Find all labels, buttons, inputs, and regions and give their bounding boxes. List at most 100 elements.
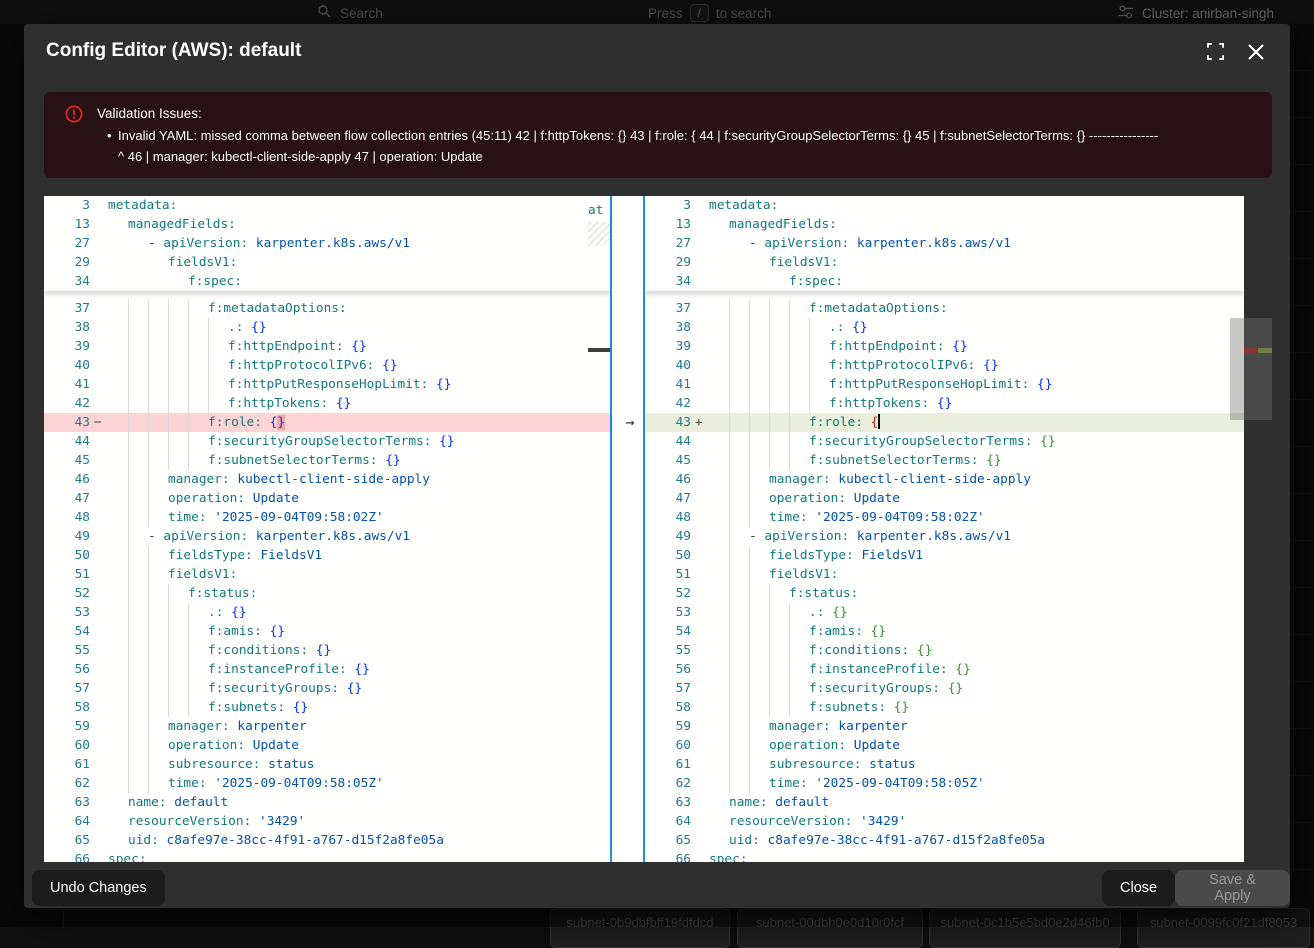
code-line-right-45[interactable]: 45f:subnetSelectorTerms: {} (645, 451, 1244, 470)
code-line-left-39[interactable]: 39f:httpEndpoint: {} (44, 337, 610, 356)
code-line-right-29[interactable]: 29fieldsV1: (645, 253, 1244, 272)
revert-arrow-icon[interactable]: → (619, 413, 641, 432)
code-line-right-37[interactable]: 37f:metadataOptions: (645, 299, 1244, 318)
code-line-left-63[interactable]: 63name: default (44, 793, 610, 812)
code-line-right-53[interactable]: 53.: {} (645, 603, 1244, 622)
line-number: 3 (44, 196, 90, 215)
code-line-left-34[interactable]: 34f:spec: (44, 272, 610, 291)
code-line-right-47[interactable]: 47operation: Update (645, 489, 1244, 508)
code-line-right-62[interactable]: 62time: '2025-09-04T09:58:05Z' (645, 774, 1244, 793)
code-line-right-39[interactable]: 39f:httpEndpoint: {} (645, 337, 1244, 356)
code-line-right-49[interactable]: 49- apiVersion: karpenter.k8s.aws/v1 (645, 527, 1244, 546)
code-line-right-46[interactable]: 46manager: kubectl-client-side-apply (645, 470, 1244, 489)
code-line-right-66[interactable]: 66spec: (645, 850, 1244, 862)
code-line-left-64[interactable]: 64resourceVersion: '3429' (44, 812, 610, 831)
editor-pane-left[interactable]: 37f:metadataOptions:38.: {}39f:httpEndpo… (44, 196, 610, 862)
code-line-right-41[interactable]: 41f:httpPutResponseHopLimit: {} (645, 375, 1244, 394)
code-line-right-13[interactable]: 13managedFields: (645, 215, 1244, 234)
undo-changes-button[interactable]: Undo Changes (32, 870, 165, 906)
code-line-left-51[interactable]: 51fieldsV1: (44, 565, 610, 584)
code-line-left-65[interactable]: 65uid: c8afe97e-38cc-4f91-a767-d15f2a8fe… (44, 831, 610, 850)
code-line-left-48[interactable]: 48time: '2025-09-04T09:58:02Z' (44, 508, 610, 527)
indent-guide (789, 413, 790, 432)
code-line-left-37[interactable]: 37f:metadataOptions: (44, 299, 610, 318)
code-line-right-27[interactable]: 27- apiVersion: karpenter.k8s.aws/v1 (645, 234, 1244, 253)
editor-pane-right[interactable]: 37f:metadataOptions:38.: {}39f:httpEndpo… (645, 196, 1244, 862)
diff-splitter-sash[interactable]: → (610, 196, 645, 862)
code-line-right-44[interactable]: 44f:securityGroupSelectorTerms: {} (645, 432, 1244, 451)
indent-guide (769, 432, 770, 451)
code-line-right-64[interactable]: 64resourceVersion: '3429' (645, 812, 1244, 831)
code-line-right-58[interactable]: 58f:subnets: {} (645, 698, 1244, 717)
code-line-left-40[interactable]: 40f:httpProtocolIPv6: {} (44, 356, 610, 375)
code-line-left-41[interactable]: 41f:httpPutResponseHopLimit: {} (44, 375, 610, 394)
indent-guide (749, 413, 750, 432)
code-line-left-57[interactable]: 57f:securityGroups: {} (44, 679, 610, 698)
code-line-right-34[interactable]: 34f:spec: (645, 272, 1244, 291)
line-number: 27 (44, 234, 90, 253)
code-line-left-38[interactable]: 38.: {} (44, 318, 610, 337)
code-line-left-29[interactable]: 29fieldsV1: (44, 253, 610, 272)
code-line-right-63[interactable]: 63name: default (645, 793, 1244, 812)
expand-button[interactable] (1204, 43, 1226, 65)
code-line-left-53[interactable]: 53.: {} (44, 603, 610, 622)
code-line-right-55[interactable]: 55f:conditions: {} (645, 641, 1244, 660)
diff-overview-ruler[interactable] (1244, 196, 1272, 862)
code-line-right-43[interactable]: 43+f:role: { (645, 413, 1244, 432)
code-line-right-65[interactable]: 65uid: c8afe97e-38cc-4f91-a767-d15f2a8fe… (645, 831, 1244, 850)
code-line-right-56[interactable]: 56f:instanceProfile: {} (645, 660, 1244, 679)
save-apply-button[interactable]: Save & Apply (1175, 870, 1290, 906)
code-line-right-54[interactable]: 54f:amis: {} (645, 622, 1244, 641)
code-line-right-59[interactable]: 59manager: karpenter (645, 717, 1244, 736)
code-line-left-58[interactable]: 58f:subnets: {} (44, 698, 610, 717)
close-footer-button[interactable]: Close (1102, 870, 1175, 906)
overview-viewport-slider[interactable] (1244, 318, 1272, 420)
code-line-left-60[interactable]: 60operation: Update (44, 736, 610, 755)
code-line-left-3[interactable]: 3metadata: (44, 196, 610, 215)
config-editor-modal: Config Editor (AWS): default Validation … (24, 24, 1290, 908)
code-line-left-50[interactable]: 50fieldsType: FieldsV1 (44, 546, 610, 565)
code-line-right-60[interactable]: 60operation: Update (645, 736, 1244, 755)
line-number: 29 (44, 253, 90, 272)
code-line-right-42[interactable]: 42f:httpTokens: {} (645, 394, 1244, 413)
code-line-right-51[interactable]: 51fieldsV1: (645, 565, 1244, 584)
indent-guide (148, 584, 149, 603)
code-line-right-52[interactable]: 52f:status: (645, 584, 1244, 603)
code-line-left-52[interactable]: 52f:status: (44, 584, 610, 603)
code-line-right-48[interactable]: 48time: '2025-09-04T09:58:02Z' (645, 508, 1244, 527)
line-number: 42 (44, 394, 90, 413)
code-line-left-62[interactable]: 62time: '2025-09-04T09:58:05Z' (44, 774, 610, 793)
code-line-left-61[interactable]: 61subresource: status (44, 755, 610, 774)
code-line-left-56[interactable]: 56f:instanceProfile: {} (44, 660, 610, 679)
code-line-left-27[interactable]: 27- apiVersion: karpenter.k8s.aws/v1 (44, 234, 610, 253)
indent-guide (188, 698, 189, 717)
code-line-left-45[interactable]: 45f:subnetSelectorTerms: {} (44, 451, 610, 470)
code-line-right-61[interactable]: 61subresource: status (645, 755, 1244, 774)
code-line-left-42[interactable]: 42f:httpTokens: {} (44, 394, 610, 413)
close-button[interactable] (1245, 43, 1267, 65)
line-number: 58 (44, 698, 90, 717)
code-line-left-49[interactable]: 49- apiVersion: karpenter.k8s.aws/v1 (44, 527, 610, 546)
code-line-left-55[interactable]: 55f:conditions: {} (44, 641, 610, 660)
line-number: 53 (645, 603, 691, 622)
indent-guide (148, 641, 149, 660)
vertical-scrollbar[interactable] (1230, 318, 1244, 420)
code-line-left-47[interactable]: 47operation: Update (44, 489, 610, 508)
indent-guide (148, 546, 149, 565)
code-line-right-57[interactable]: 57f:securityGroups: {} (645, 679, 1244, 698)
code-line-left-46[interactable]: 46manager: kubectl-client-side-apply (44, 470, 610, 489)
code-line-left-43[interactable]: 43−f:role: {} (44, 413, 610, 432)
line-number: 57 (645, 679, 691, 698)
code-line-right-40[interactable]: 40f:httpProtocolIPv6: {} (645, 356, 1244, 375)
code-line-left-59[interactable]: 59manager: karpenter (44, 717, 610, 736)
line-number: 46 (44, 470, 90, 489)
code-line-left-54[interactable]: 54f:amis: {} (44, 622, 610, 641)
code-line-left-13[interactable]: 13managedFields: (44, 215, 610, 234)
code-line-left-66[interactable]: 66spec: (44, 850, 610, 862)
code-line-left-44[interactable]: 44f:securityGroupSelectorTerms: {} (44, 432, 610, 451)
indent-guide (128, 546, 129, 565)
line-number: 37 (645, 299, 691, 318)
code-line-right-3[interactable]: 3metadata: (645, 196, 1244, 215)
code-line-right-38[interactable]: 38.: {} (645, 318, 1244, 337)
code-line-right-50[interactable]: 50fieldsType: FieldsV1 (645, 546, 1244, 565)
